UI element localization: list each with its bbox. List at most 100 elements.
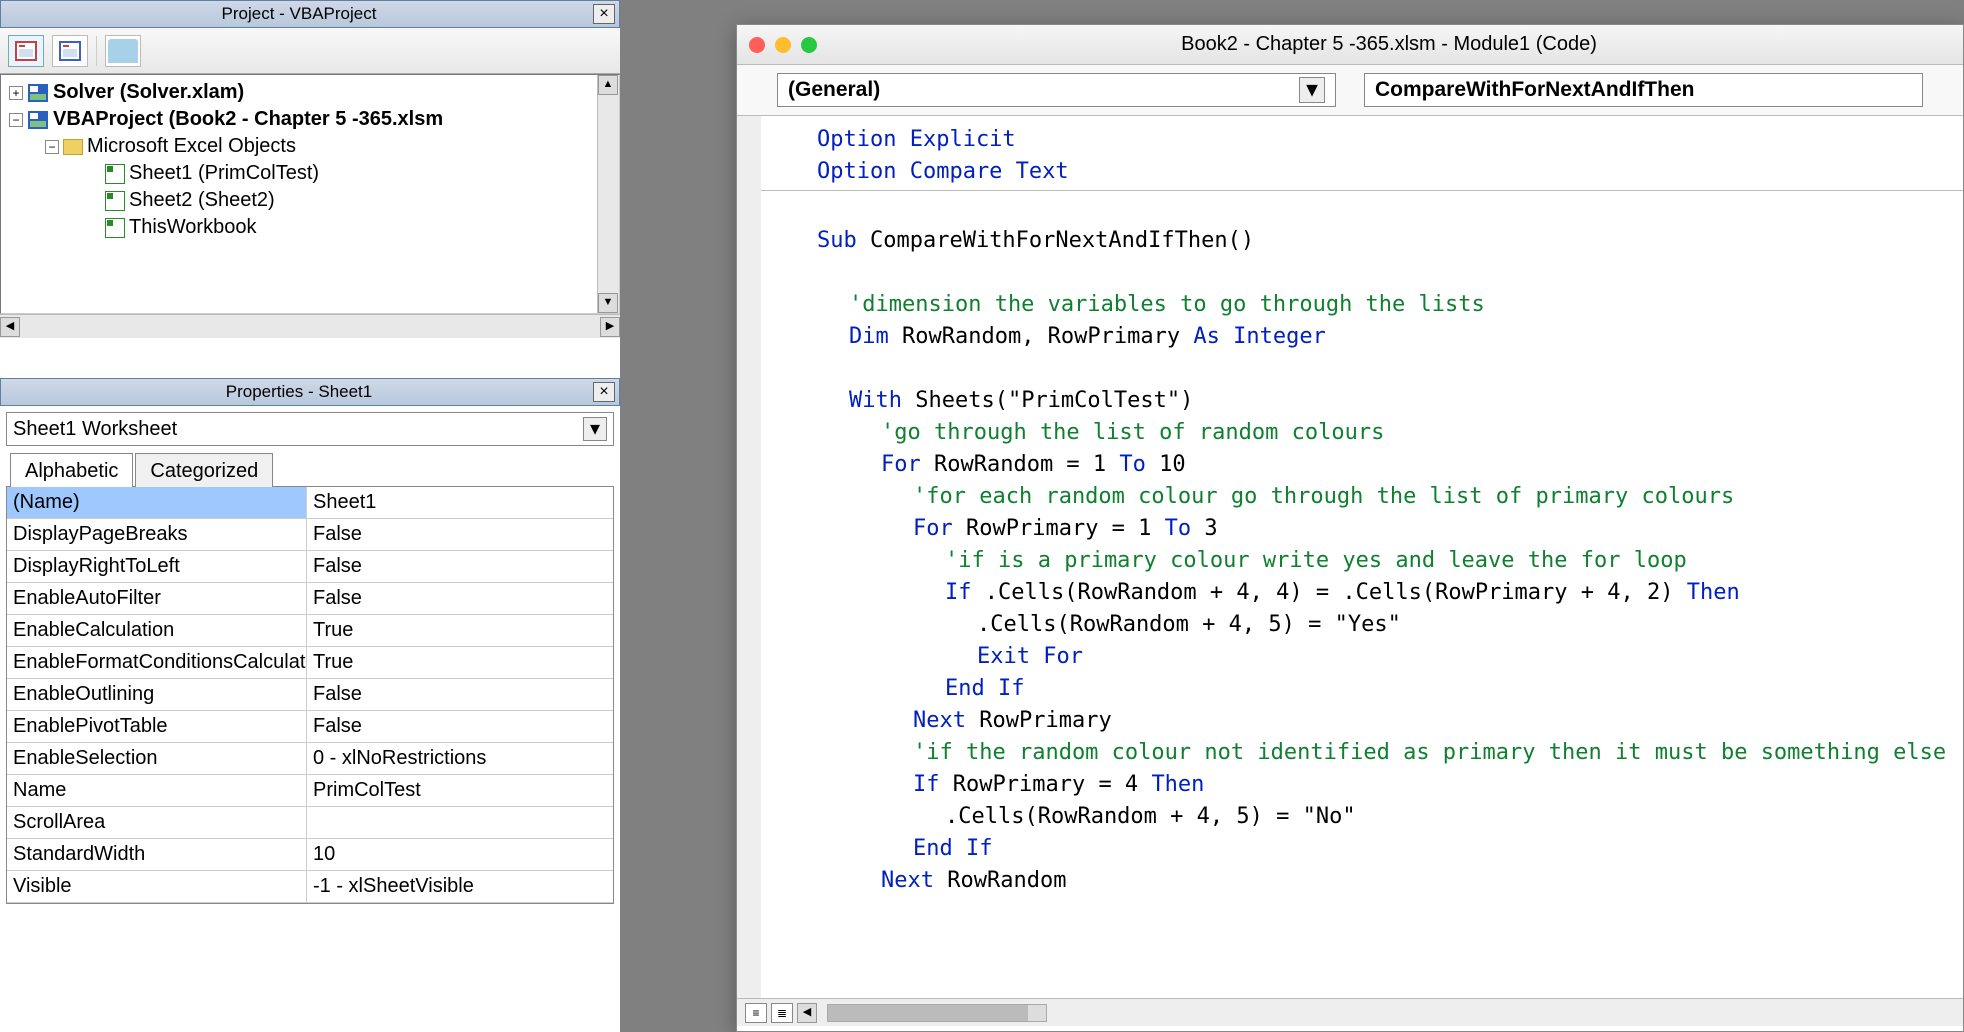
combo-value: (General) [788,78,880,102]
object-combo[interactable]: (General) ▾ [777,73,1336,107]
code-editor[interactable]: Option Explicit Option Compare Text Sub … [737,116,1963,998]
property-row[interactable]: StandardWidth10 [7,839,613,871]
scroll-up-icon[interactable]: ▲ [598,75,618,95]
full-module-view-button[interactable]: ≣ [771,1003,793,1023]
procedure-combo[interactable]: CompareWithForNextAndIfThen [1364,73,1923,107]
collapse-icon[interactable]: − [45,140,59,154]
property-row[interactable]: DisplayRightToLeftFalse [7,551,613,583]
scroll-left-icon[interactable]: ◀ [797,1003,817,1023]
property-row[interactable]: ScrollArea [7,807,613,839]
tree-label: VBAProject (Book2 - Chapter 5 -365.xlsm [53,108,443,131]
property-row[interactable]: EnableOutliningFalse [7,679,613,711]
code-text: RowPrimary = 4 [953,772,1152,797]
property-name: ScrollArea [7,807,307,838]
close-icon[interactable]: × [593,4,615,24]
code-text: Next [881,868,947,893]
property-row[interactable]: EnableSelection0 - xlNoRestrictions [7,743,613,775]
window-zoom-icon[interactable] [801,37,817,53]
code-text: Option Compare Text [817,159,1069,184]
code-text: For [913,516,966,541]
code-text: End If [945,676,1024,701]
property-row[interactable]: EnableAutoFilterFalse [7,583,613,615]
view-object-button[interactable] [52,35,88,67]
toggle-folders-button[interactable] [105,35,141,67]
property-row[interactable]: Visible-1 - xlSheetVisible [7,871,613,903]
scrollbar-thumb[interactable] [828,1005,1028,1021]
code-text: .Cells(RowRandom + 4, 5) = "No" [945,804,1356,829]
window-close-icon[interactable] [749,37,765,53]
tree-node-objects[interactable]: − Microsoft Excel Objects [1,133,619,160]
view-code-button[interactable] [8,35,44,67]
property-value[interactable]: False [307,679,613,710]
property-name: EnablePivotTable [7,711,307,742]
code-text: RowPrimary [979,708,1111,733]
code-bottom-bar: ≡ ≣ ◀ [737,998,1963,1026]
tree-node-thisworkbook[interactable]: ThisWorkbook [1,214,619,241]
object-selector-combo[interactable]: Sheet1 Worksheet ▾ [6,412,614,446]
property-row[interactable]: (Name)Sheet1 [7,487,613,519]
property-row[interactable]: NamePrimColTest [7,775,613,807]
code-text: To [1165,516,1205,541]
property-value[interactable]: False [307,551,613,582]
horizontal-scrollbar[interactable]: ◀ ▶ [0,314,620,338]
property-value[interactable]: True [307,615,613,646]
scroll-down-icon[interactable]: ▼ [598,293,618,313]
property-name: DisplayPageBreaks [7,519,307,550]
tab-alphabetic[interactable]: Alphabetic [10,453,133,487]
code-comment: 'dimension the variables to go through t… [849,292,1485,317]
property-row[interactable]: DisplayPageBreaksFalse [7,519,613,551]
property-value[interactable]: 0 - xlNoRestrictions [307,743,613,774]
scroll-right-icon[interactable]: ▶ [600,317,620,337]
combo-value: CompareWithForNextAndIfThen [1375,78,1694,102]
properties-grid[interactable]: (Name)Sheet1 DisplayPageBreaksFalse Disp… [6,486,614,904]
horizontal-scrollbar[interactable] [827,1004,1047,1022]
project-titlebar[interactable]: Project - VBAProject × [0,0,620,28]
properties-tabs: Alphabetic Categorized [0,452,620,486]
property-row[interactable]: EnableFormatConditionsCalculationTrue [7,647,613,679]
code-text: .Cells(RowRandom + 4, 5) = "Yes" [977,612,1401,637]
tree-node-sheet2[interactable]: Sheet2 (Sheet2) [1,187,619,214]
code-text: Sub [817,228,870,253]
code-text: 3 [1204,516,1217,541]
code-text: For [881,452,934,477]
chevron-down-icon[interactable]: ▾ [1299,77,1325,103]
window-titlebar[interactable]: Book2 - Chapter 5 -365.xlsm - Module1 (C… [737,25,1963,65]
property-value[interactable] [307,807,613,838]
property-row[interactable]: EnablePivotTableFalse [7,711,613,743]
expand-icon[interactable]: + [9,86,23,100]
project-tree[interactable]: + Solver (Solver.xlam) − VBAProject (Boo… [0,74,620,314]
code-text: RowRandom = 1 [934,452,1119,477]
code-window: Book2 - Chapter 5 -365.xlsm - Module1 (C… [736,24,1964,1032]
vertical-scrollbar[interactable]: ▲ ▼ [597,75,619,313]
property-value[interactable]: False [307,519,613,550]
vba-project-icon [27,83,49,103]
procedure-view-button[interactable]: ≡ [745,1003,767,1023]
folder-open-icon [63,139,83,155]
window-title: Book2 - Chapter 5 -365.xlsm - Module1 (C… [827,33,1951,56]
separator [96,36,97,66]
tree-node-solver[interactable]: + Solver (Solver.xlam) [1,79,619,106]
property-value[interactable]: PrimColTest [307,775,613,806]
collapse-icon[interactable]: − [9,113,23,127]
tree-node-vbaproject[interactable]: − VBAProject (Book2 - Chapter 5 -365.xls… [1,106,619,133]
properties-titlebar[interactable]: Properties - Sheet1 × [0,378,620,406]
property-name: DisplayRightToLeft [7,551,307,582]
property-value[interactable]: -1 - xlSheetVisible [307,871,613,902]
property-value[interactable]: False [307,711,613,742]
property-name: EnableCalculation [7,615,307,646]
form-icon [59,41,81,61]
scroll-left-icon[interactable]: ◀ [0,317,20,337]
tab-categorized[interactable]: Categorized [135,453,273,487]
chevron-down-icon[interactable]: ▾ [583,417,607,441]
property-row[interactable]: EnableCalculationTrue [7,615,613,647]
project-explorer-pane: Project - VBAProject × + Solver (Solver.… [0,0,622,1032]
close-icon[interactable]: × [593,382,615,402]
code-text: To [1119,452,1159,477]
tree-node-sheet1[interactable]: Sheet1 (PrimColTest) [1,160,619,187]
property-value[interactable]: 10 [307,839,613,870]
code-text: Next [913,708,979,733]
window-minimize-icon[interactable] [775,37,791,53]
property-value[interactable]: True [307,647,613,678]
property-value[interactable]: False [307,583,613,614]
property-value[interactable]: Sheet1 [307,487,613,518]
